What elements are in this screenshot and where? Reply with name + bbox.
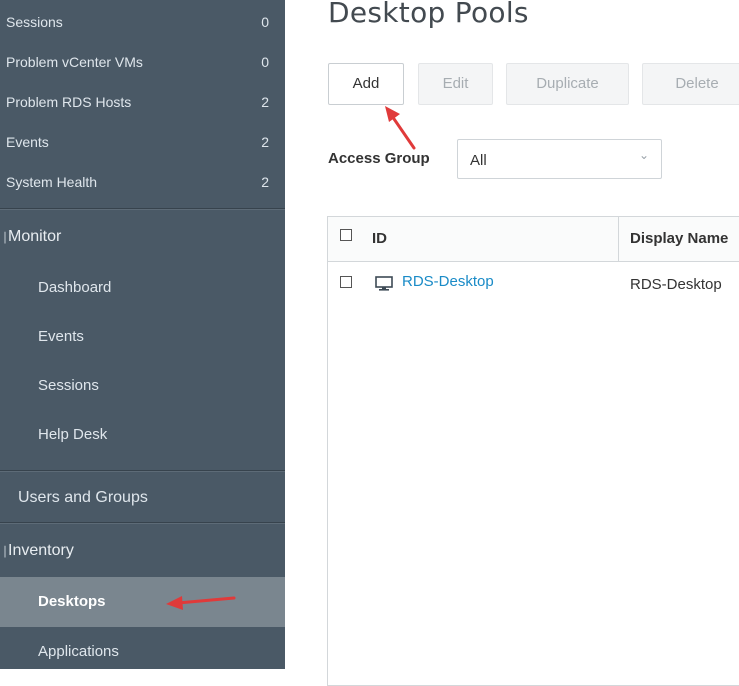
annotation-arrow-icon: [385, 106, 416, 150]
sidebar-item-help-desk[interactable]: Help Desk: [0, 410, 285, 460]
select-all-checkbox[interactable]: [340, 229, 352, 241]
column-header-id[interactable]: ID: [372, 230, 387, 247]
delete-button[interactable]: Delete: [642, 63, 739, 105]
sidebar-item-label: Sessions: [38, 377, 99, 394]
sidebar-item-dashboard[interactable]: Dashboard: [0, 263, 285, 313]
sidebar-divider: [0, 471, 285, 472]
row-checkbox[interactable]: [340, 276, 352, 288]
stat-row-system-health[interactable]: System Health 2: [0, 162, 285, 202]
sidebar-item-applications[interactable]: Applications: [0, 627, 285, 669]
sidebar: Sessions 0 Problem vCenter VMs 0 Problem…: [0, 0, 285, 669]
desktop-icon: [375, 276, 393, 296]
stat-row-problem-vcenter-vms[interactable]: Problem vCenter VMs 0: [0, 42, 285, 82]
stat-count: 2: [261, 94, 269, 110]
stat-count: 2: [261, 134, 269, 150]
stat-label: System Health: [6, 174, 98, 190]
pool-display-name: RDS-Desktop: [630, 276, 722, 293]
stat-row-problem-rds-hosts[interactable]: Problem RDS Hosts 2: [0, 82, 285, 122]
stat-label: Problem RDS Hosts: [6, 94, 132, 110]
stat-row-sessions[interactable]: Sessions 0: [0, 2, 285, 42]
sidebar-item-label: Users and Groups: [18, 489, 148, 506]
stat-label: Events: [6, 134, 49, 150]
table-row[interactable]: RDS-Desktop RDS-Desktop: [328, 261, 739, 305]
sidebar-item-sessions[interactable]: Sessions: [0, 361, 285, 411]
annotation-arrow-icon: [166, 596, 236, 610]
section-label: Monitor: [8, 228, 62, 245]
duplicate-button[interactable]: Duplicate: [506, 63, 629, 105]
sidebar-item-desktops[interactable]: Desktops: [0, 577, 285, 627]
table-header: ID Display Name: [328, 217, 739, 262]
sidebar-item-label: Applications: [38, 643, 119, 660]
pool-id-link[interactable]: RDS-Desktop: [402, 273, 494, 290]
stat-label: Sessions: [6, 14, 63, 30]
section-monitor[interactable]: ∣ Monitor: [0, 212, 285, 262]
sidebar-divider: [0, 523, 285, 524]
section-inventory[interactable]: ∣ Inventory: [0, 526, 285, 576]
sidebar-item-label: Dashboard: [38, 279, 112, 296]
chevron-down-icon: ⌄: [638, 148, 649, 162]
stat-count: 0: [261, 54, 269, 70]
stat-count: 0: [261, 14, 269, 30]
sidebar-item-label: Desktops: [38, 593, 106, 610]
page-title: Desktop Pools: [328, 0, 529, 29]
access-group-select[interactable]: All ⌄: [457, 139, 662, 179]
column-header-display-name[interactable]: Display Name: [630, 230, 728, 247]
sidebar-item-label: Help Desk: [38, 426, 108, 443]
desktop-pools-table: ID Display Name RDS-Desktop RDS-Desktop: [327, 216, 739, 686]
column-separator[interactable]: [618, 217, 619, 261]
sidebar-divider: [0, 209, 285, 210]
access-group-value: All: [470, 152, 487, 169]
sidebar-item-events[interactable]: Events: [0, 312, 285, 362]
stat-row-events[interactable]: Events 2: [0, 122, 285, 162]
sidebar-item-label: Events: [38, 328, 84, 345]
section-label: Inventory: [8, 542, 74, 559]
edit-button[interactable]: Edit: [418, 63, 493, 105]
sidebar-item-users-and-groups[interactable]: Users and Groups: [0, 473, 285, 523]
add-button[interactable]: Add: [328, 63, 404, 105]
stat-count: 2: [261, 174, 269, 190]
stat-label: Problem vCenter VMs: [6, 54, 143, 70]
